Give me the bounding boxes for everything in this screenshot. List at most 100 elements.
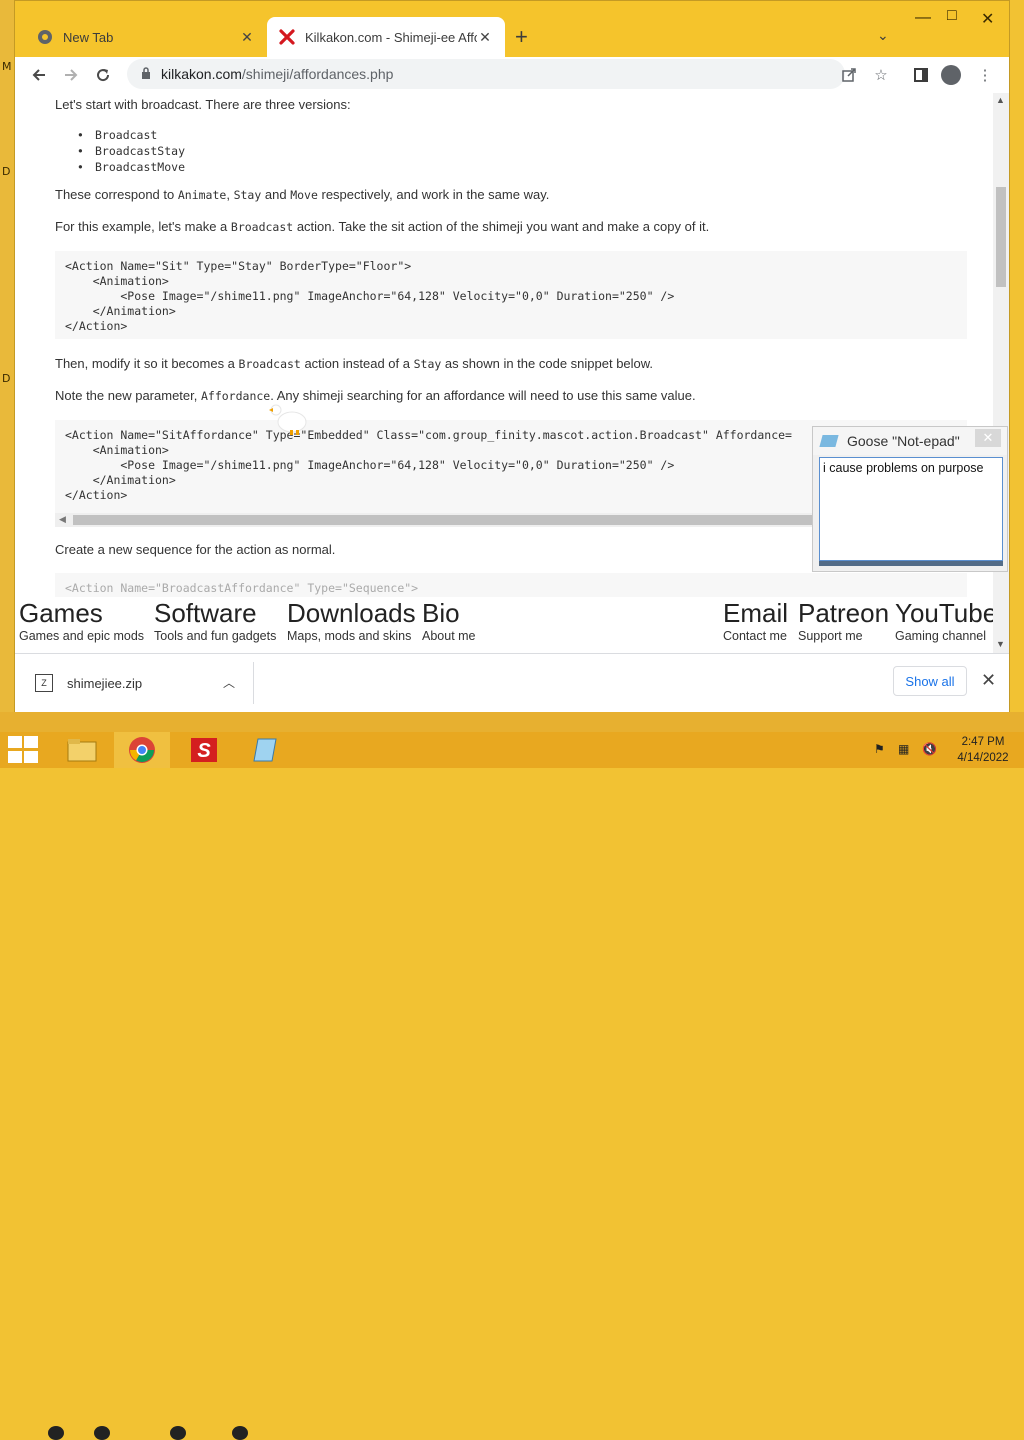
tab-new-tab[interactable]: New Tab ✕	[25, 17, 267, 57]
footer-link-title: Games	[19, 598, 103, 628]
footer-link-subtitle: Gaming channel	[895, 629, 987, 643]
browser-toolbar: kilkakon.com/shimeji/affordances.php ☆ ⋮	[15, 57, 1009, 94]
side-panel-icon[interactable]	[909, 63, 933, 87]
code-block: <Action Name="Sit" Type="Stay" BorderTyp…	[55, 251, 967, 339]
network-icon[interactable]: ▦	[898, 742, 909, 756]
footer-link-email[interactable]: Email Contact me	[723, 597, 788, 643]
footer-link-subtitle: Games and epic mods	[19, 629, 145, 643]
desktop-background	[0, 0, 14, 720]
footer-link-title: Patreon	[798, 598, 890, 628]
forward-arrow-icon	[65, 69, 78, 81]
footer-link-patreon[interactable]: Patreon Support me	[798, 597, 889, 643]
url-host: kilkakon.com	[161, 66, 242, 82]
close-window-button[interactable]: ✕	[981, 9, 994, 29]
footer-nav: Games Games and epic mods Software Tools…	[15, 597, 993, 653]
footer-link-subtitle: About me	[422, 629, 476, 643]
scrollbar-thumb[interactable]	[73, 515, 833, 525]
more-menu-icon[interactable]: ⋮	[973, 63, 997, 87]
footer-link-youtube[interactable]: YouTube Gaming channel	[895, 597, 993, 643]
reload-icon	[97, 69, 110, 82]
divider	[253, 662, 254, 704]
paragraph: These correspond to Animate, Stay and Mo…	[55, 187, 550, 202]
goose-notepad-window: Goose "Not-epad" ✕ i cause problems on p…	[812, 426, 1008, 572]
notepad-close-button[interactable]: ✕	[975, 429, 1001, 447]
footer-link-title: Email	[723, 598, 789, 628]
maximize-button[interactable]: □	[947, 7, 957, 25]
tab-close-icon[interactable]: ✕	[239, 29, 255, 46]
download-filename: shimejiee.zip	[67, 675, 143, 691]
notepad-text-area[interactable]: i cause problems on purpose	[819, 457, 1003, 561]
minimize-button[interactable]: —	[915, 9, 931, 27]
volume-muted-icon[interactable]: 🔇	[922, 742, 937, 756]
footer-link-title: YouTube	[895, 598, 993, 628]
desktop-icon-label[interactable]: M	[2, 60, 12, 73]
browser-window: New Tab ✕ Kilkakon.com - Shimeji-ee Affo…	[14, 0, 1010, 712]
paragraph: Then, modify it so it becomes a Broadcas…	[55, 356, 654, 371]
address-bar[interactable]: kilkakon.com/shimeji/affordances.php	[127, 59, 845, 89]
footer-link-games[interactable]: Games Games and epic mods	[19, 597, 144, 643]
reload-button[interactable]	[89, 61, 117, 89]
start-button[interactable]	[8, 736, 40, 764]
list-item: BroadcastMove	[77, 159, 185, 175]
share-icon[interactable]	[837, 63, 861, 87]
taskbar-shimeji-app[interactable]: S	[176, 732, 232, 768]
chrome-icon	[37, 29, 53, 45]
windows-logo-icon	[8, 751, 22, 763]
forward-button[interactable]	[57, 61, 85, 89]
scroll-down-icon[interactable]: ▼	[996, 639, 1005, 649]
desktop-icon-label[interactable]: D	[2, 372, 10, 385]
scrollbar-thumb[interactable]	[996, 187, 1006, 287]
close-download-bar-icon[interactable]: ✕	[981, 670, 996, 691]
notepad-status-bar	[819, 561, 1003, 566]
tab-search-button[interactable]: ⌄	[877, 27, 889, 44]
desktop-icon-label[interactable]: D	[2, 165, 10, 178]
paragraph: Create a new sequence for the action as …	[55, 542, 336, 557]
new-tab-button[interactable]: +	[515, 25, 528, 49]
paragraph: Let's start with broadcast. There are th…	[55, 97, 351, 112]
windows-logo-icon	[24, 751, 38, 763]
windows-logo-icon	[24, 736, 38, 748]
desktop-strip	[0, 712, 1024, 1440]
footer-link-title: Downloads	[287, 598, 416, 628]
tab-title: New Tab	[63, 29, 114, 45]
tab-close-icon[interactable]: ✕	[477, 29, 493, 46]
goose-icon	[268, 400, 308, 436]
paragraph: For this example, let's make a Broadcast…	[55, 219, 710, 234]
folder-icon	[67, 739, 97, 762]
chevron-up-icon[interactable]: ︿	[223, 674, 235, 691]
footer-link-subtitle: Contact me	[723, 629, 787, 643]
show-all-button[interactable]: Show all	[893, 666, 967, 696]
versions-list: Broadcast BroadcastStay BroadcastMove	[77, 127, 185, 175]
footer-link-software[interactable]: Software Tools and fun gadgets	[154, 597, 276, 643]
notepad-title: Goose "Not-epad"	[847, 433, 960, 449]
footer-link-bio[interactable]: Bio About me	[422, 597, 476, 643]
taskbar-notepad[interactable]	[238, 732, 294, 768]
action-center-flag-icon[interactable]: ⚑	[874, 742, 885, 756]
footer-link-downloads[interactable]: Downloads Maps, mods and skins	[287, 597, 416, 643]
back-button[interactable]	[25, 61, 53, 89]
notepad-icon	[819, 435, 839, 447]
clock-date: 4/14/2022	[957, 752, 1009, 764]
taskbar-chrome[interactable]	[114, 732, 170, 768]
bookmark-star-icon[interactable]: ☆	[869, 63, 893, 87]
tab-strip: New Tab ✕ Kilkakon.com - Shimeji-ee Affo…	[15, 1, 1009, 57]
taskbar-file-explorer[interactable]	[54, 732, 110, 768]
tab-title: Kilkakon.com - Shimeji-ee Affordances	[305, 29, 477, 45]
desktop-toy	[232, 1426, 248, 1440]
list-item: BroadcastStay	[77, 143, 185, 159]
tab-kilkakon[interactable]: Kilkakon.com - Shimeji-ee Affordances ✕	[267, 17, 505, 57]
url-path: /shimeji/affordances.php	[241, 66, 394, 82]
clock-time: 2:47 PM	[961, 736, 1005, 748]
taskbar-clock[interactable]: 2:47 PM 4/14/2022	[950, 734, 1016, 766]
desktop-toy	[170, 1426, 186, 1440]
download-bar: Z shimejiee.zip ︿ Show all ✕	[15, 653, 1009, 712]
scroll-up-icon[interactable]: ▲	[996, 95, 1005, 105]
footer-link-title: Software	[154, 598, 257, 628]
profile-avatar-icon[interactable]	[941, 65, 961, 85]
scroll-left-icon[interactable]: ◀	[59, 514, 66, 525]
download-item[interactable]: Z shimejiee.zip	[35, 668, 142, 698]
zip-file-icon: Z	[35, 674, 53, 692]
footer-link-subtitle: Support me	[798, 629, 863, 643]
kilkakon-x-icon	[279, 29, 295, 45]
chrome-icon	[129, 737, 155, 763]
